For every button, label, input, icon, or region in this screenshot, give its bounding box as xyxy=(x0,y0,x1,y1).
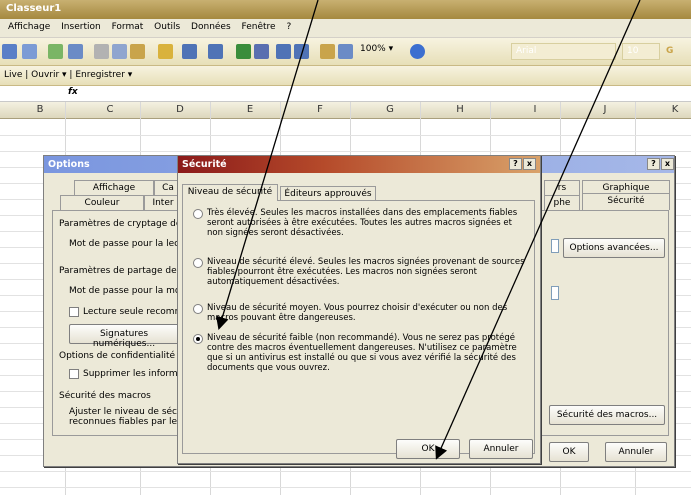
arrow-to-low-security xyxy=(216,0,319,330)
annotation-arrows xyxy=(216,0,641,460)
arrow-to-ok-button xyxy=(435,0,641,460)
